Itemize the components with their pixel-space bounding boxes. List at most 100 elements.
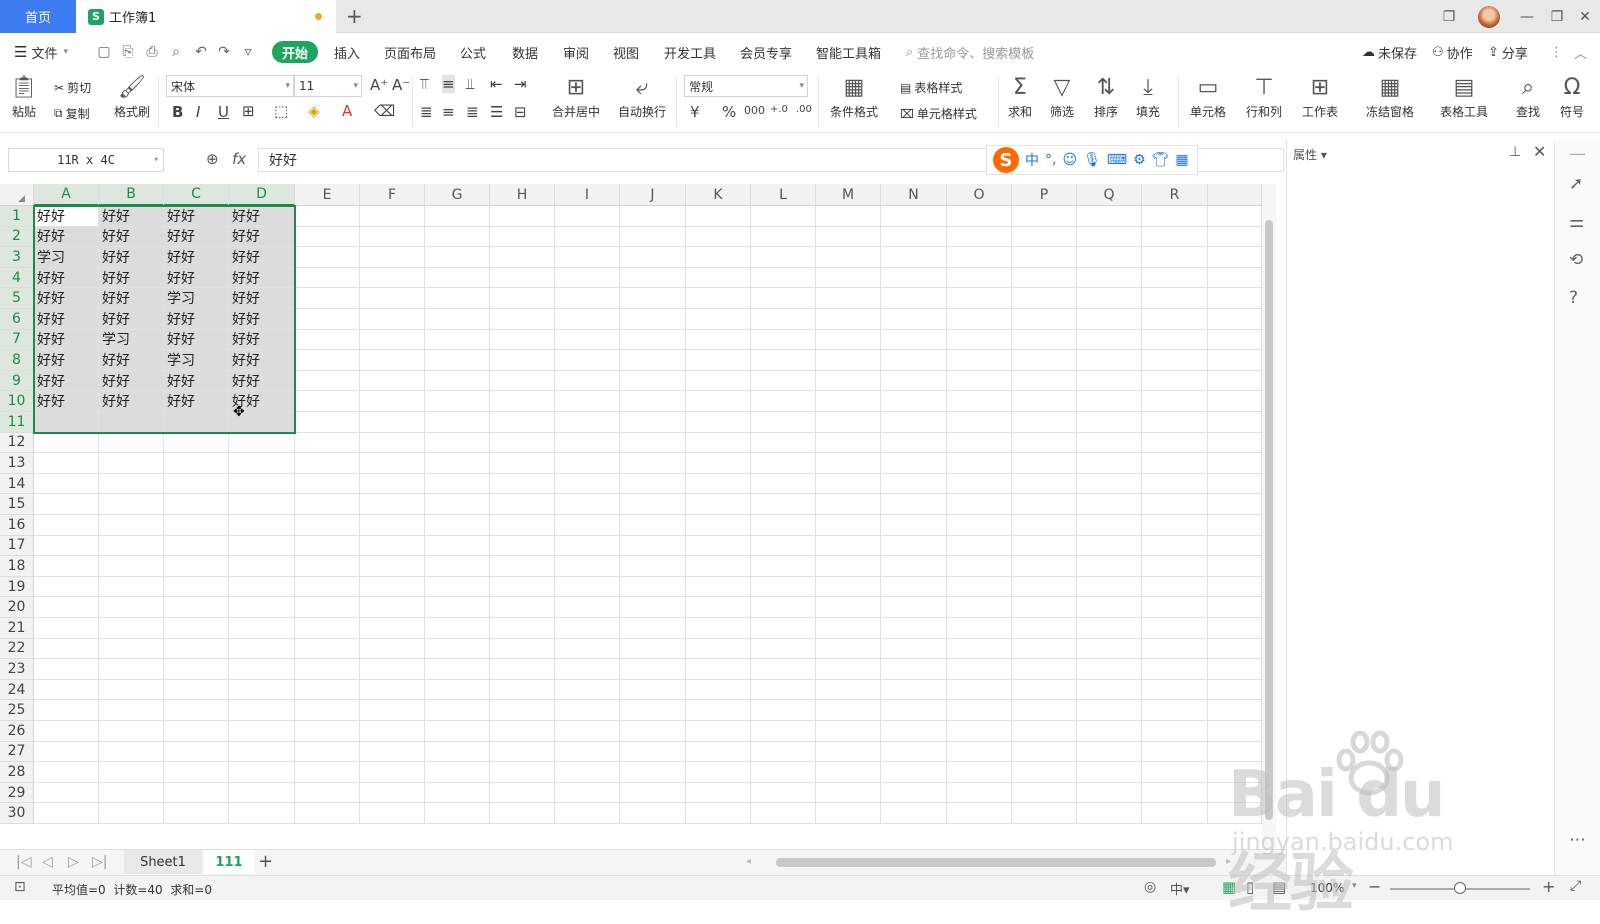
cell-k16[interactable] [686,515,751,536]
cell-a12[interactable] [34,432,99,454]
cell-d4[interactable]: 好好 [229,267,295,289]
cell-a6[interactable]: 好好 [34,309,99,330]
cell-h1[interactable] [490,206,555,227]
cell-k3[interactable] [686,247,751,268]
cell-i4[interactable] [555,267,620,289]
cell-g14[interactable] [425,473,490,495]
cell-e29[interactable] [295,782,360,804]
cell-p3[interactable] [1012,247,1077,268]
cell-h24[interactable] [490,679,555,701]
cell-c30[interactable] [164,803,229,824]
row-header-12[interactable]: 12 [0,432,34,454]
page-layout-view-icon[interactable]: ▯ [1246,878,1254,896]
cell-f1[interactable] [360,206,425,227]
input-language-icon[interactable]: 中▾ [1170,879,1190,898]
cell-r16[interactable] [1142,515,1208,536]
column-header-g[interactable]: G [425,184,490,206]
cell-c25[interactable] [164,700,229,721]
cell-d20[interactable] [229,597,295,618]
cell-m27[interactable] [816,741,881,763]
cell-n13[interactable] [881,453,947,474]
column-header-j[interactable]: J [620,184,686,206]
cell-m9[interactable] [816,370,881,392]
horizontal-scrollbar[interactable] [776,858,1216,867]
cell-e14[interactable] [295,473,360,495]
cell-b19[interactable] [99,576,164,598]
cell-r29[interactable] [1142,782,1208,804]
cell-p17[interactable] [1012,535,1077,557]
row-header-9[interactable]: 9 [0,370,34,392]
microphone-icon[interactable]: 🎙︎ [1083,152,1101,168]
cell-o26[interactable] [947,721,1012,742]
cell-l1[interactable] [751,206,816,227]
row-header-27[interactable]: 27 [0,741,34,763]
cell-g28[interactable] [425,762,490,783]
cell-m19[interactable] [816,576,881,598]
column-header-f[interactable]: F [360,184,425,206]
cell-i27[interactable] [555,741,620,763]
decrease-decimal-icon[interactable]: .00 [796,104,812,115]
cell-mode-icon[interactable]: ⊡ [14,879,26,895]
cell-b10[interactable]: 好好 [99,391,164,412]
indent-increase-icon[interactable]: ⇥ [514,75,527,93]
cell-h22[interactable] [490,638,555,660]
cell-k15[interactable] [686,494,751,515]
cell-o10[interactable] [947,391,1012,412]
cell-m3[interactable] [816,247,881,268]
cell-h30[interactable] [490,803,555,824]
cell-i3[interactable] [555,247,620,268]
cell-n20[interactable] [881,597,947,618]
cell-k23[interactable] [686,659,751,680]
cell-l10[interactable] [751,391,816,412]
cell-m24[interactable] [816,679,881,701]
cell-n19[interactable] [881,576,947,598]
cell-k21[interactable] [686,618,751,639]
cell-f6[interactable] [360,309,425,330]
cell-p27[interactable] [1012,741,1077,763]
cell-f17[interactable] [360,535,425,557]
cell-i28[interactable] [555,762,620,783]
cell-o3[interactable] [947,247,1012,268]
tab-review[interactable]: 审阅 [563,33,589,71]
cell-l19[interactable] [751,576,816,598]
name-box[interactable]: 11R x 4C [8,148,164,172]
cell-m11[interactable] [816,412,881,433]
cell-g5[interactable] [425,288,490,309]
cell-e28[interactable] [295,762,360,783]
cell-j25[interactable] [620,700,686,721]
table-style-button[interactable]: ▤ 表格样式 [900,79,962,96]
fill-color-icon[interactable]: ◈ [308,102,320,120]
cell-e1[interactable] [295,206,360,227]
cell-i11[interactable] [555,412,620,433]
cell-d19[interactable] [229,576,295,598]
cell-j16[interactable] [620,515,686,536]
adjust-settings-icon[interactable]: ⚌ [1569,212,1584,232]
cell-l28[interactable] [751,762,816,783]
cell-c24[interactable] [164,679,229,701]
cell-k13[interactable] [686,453,751,474]
cell-i20[interactable] [555,597,620,618]
cell-h6[interactable] [490,309,555,330]
cell-r15[interactable] [1142,494,1208,515]
cell-d17[interactable] [229,535,295,557]
cell-a1[interactable]: 好好 [34,206,99,227]
cell-q17[interactable] [1077,535,1142,557]
cell-r2[interactable] [1142,226,1208,248]
share-button[interactable]: ⇪ 分享 [1488,33,1528,71]
cell-g8[interactable] [425,350,490,371]
cell-e24[interactable] [295,679,360,701]
cell-k19[interactable] [686,576,751,598]
select-all-corner[interactable]: ◢ [0,184,34,206]
cell-l15[interactable] [751,494,816,515]
cell-i9[interactable] [555,370,620,392]
cell-j5[interactable] [620,288,686,309]
cell-k30[interactable] [686,803,751,824]
cell-a11[interactable] [34,412,99,433]
punctuation-icon[interactable]: °, [1045,152,1056,168]
cell-g7[interactable] [425,329,490,351]
cell-o6[interactable] [947,309,1012,330]
cell-f7[interactable] [360,329,425,351]
cell-b3[interactable]: 好好 [99,247,164,268]
cell-j2[interactable] [620,226,686,248]
cell-f25[interactable] [360,700,425,721]
